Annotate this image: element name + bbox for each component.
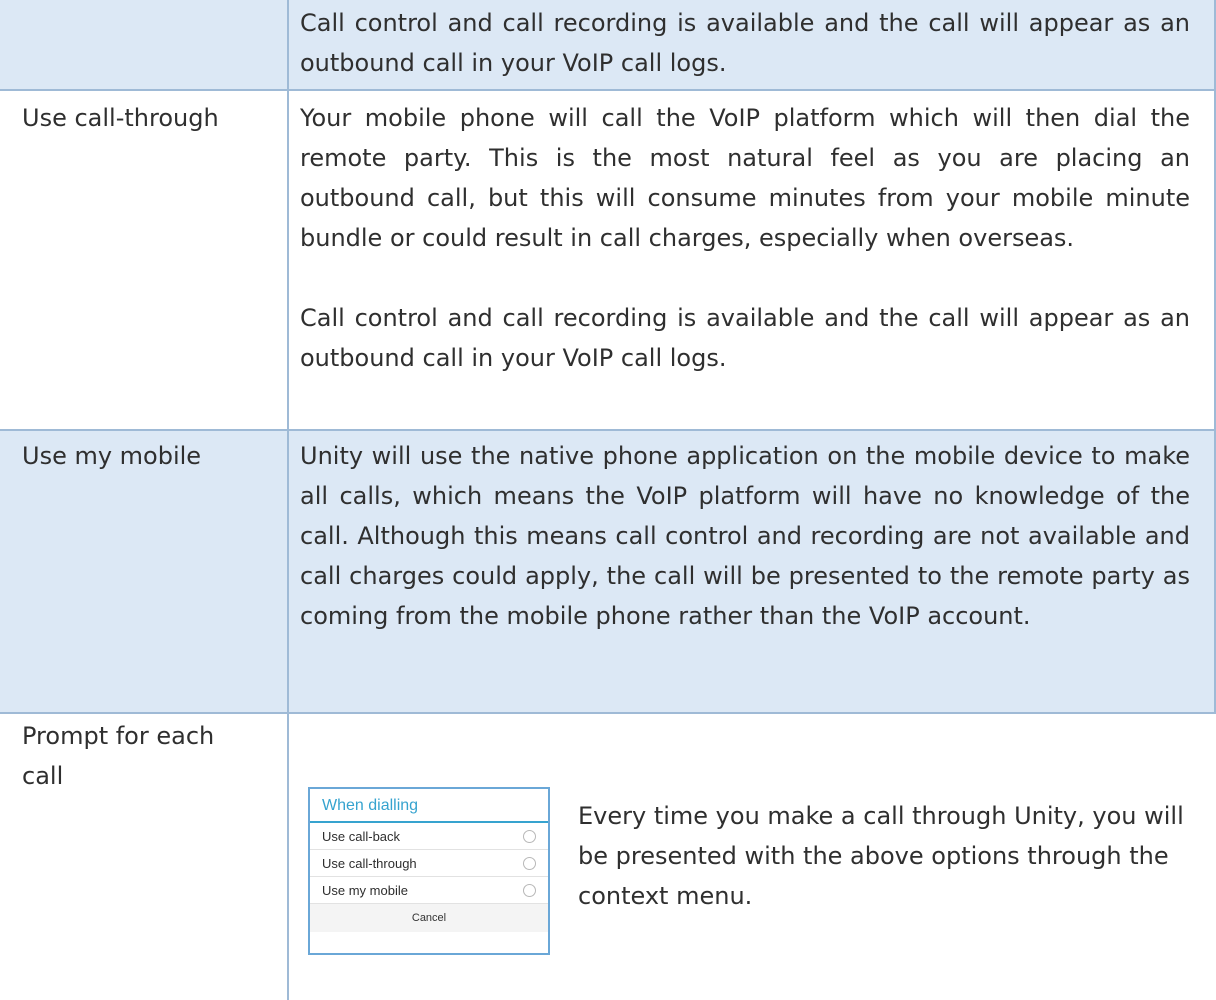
row-label: Use call-through: [22, 104, 219, 132]
description-text: Call control and call recording is avail…: [300, 304, 1190, 372]
dialog-option-call-through: Use call-through: [310, 850, 548, 877]
option-label: Use my mobile: [322, 883, 408, 898]
row-description: Call control and call recording is avail…: [300, 3, 1190, 83]
dialog-option-my-mobile: Use my mobile: [310, 877, 548, 904]
row-label: Prompt for each call: [22, 722, 215, 790]
table-row: Use call-through Your mobile phone will …: [0, 91, 1216, 429]
option-label: Use call-through: [322, 856, 417, 871]
description-text: Call control and call recording is avail…: [300, 9, 1190, 77]
table-row: Call control and call recording is avail…: [0, 0, 1216, 89]
row-description: Unity will use the native phone applicat…: [300, 436, 1190, 636]
description-text: Your mobile phone will call the VoIP pla…: [300, 104, 1190, 252]
dialog-title: When dialling: [310, 789, 548, 823]
dialog-option-call-back: Use call-back: [310, 823, 548, 850]
when-dialling-dialog: When dialling Use call-back Use call-thr…: [308, 787, 550, 955]
prompt-description: Every time you make a call through Unity…: [578, 802, 1184, 910]
radio-icon: [523, 830, 536, 843]
table-row: Use my mobile Unity will use the native …: [0, 431, 1216, 712]
radio-icon: [523, 857, 536, 870]
row-description: Your mobile phone will call the VoIP pla…: [300, 98, 1190, 378]
dialog-cancel-button: Cancel: [310, 904, 548, 932]
radio-icon: [523, 884, 536, 897]
column-divider: [287, 0, 289, 1000]
description-text: Unity will use the native phone applicat…: [300, 442, 1190, 630]
options-table: Call control and call recording is avail…: [0, 0, 1216, 1000]
option-label: Use call-back: [322, 829, 401, 844]
row-label: Use my mobile: [22, 442, 202, 470]
